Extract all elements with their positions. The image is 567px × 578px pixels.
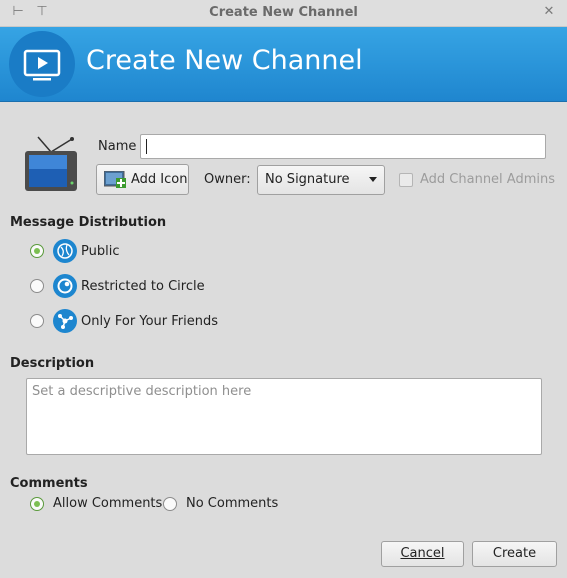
circle-icon <box>53 274 77 298</box>
dropdown-arrow-icon <box>369 177 377 182</box>
owner-label: Owner: <box>204 172 251 187</box>
add-admins-checkbox[interactable] <box>399 173 413 187</box>
public-radio[interactable] <box>30 244 44 258</box>
owner-value: No Signature <box>265 172 350 187</box>
distribution-heading: Message Distribution <box>10 215 167 230</box>
owner-select[interactable]: No Signature <box>257 165 385 195</box>
no-comments-label: No Comments <box>186 496 279 511</box>
restricted-label: Restricted to Circle <box>81 279 205 294</box>
public-icon <box>53 239 77 263</box>
header-banner: Create New Channel <box>0 27 567 102</box>
description-heading: Description <box>10 356 95 371</box>
add-icon-label: Add Icon <box>131 172 188 187</box>
header-title: Create New Channel <box>86 45 363 76</box>
name-input[interactable] <box>140 134 546 159</box>
create-button[interactable]: Create <box>472 541 557 567</box>
add-icon-button[interactable]: Add Icon <box>96 164 189 195</box>
friends-icon <box>53 309 77 333</box>
title-bar: ⊢ ⊤ Create New Channel ✕ <box>0 0 567 27</box>
allow-comments-label: Allow Comments <box>53 496 163 511</box>
allow-comments-radio[interactable] <box>30 497 44 511</box>
tv-icon <box>24 134 78 194</box>
cancel-label: Cancel <box>400 546 445 561</box>
channel-icon <box>9 31 75 97</box>
image-add-icon <box>103 170 126 189</box>
friends-radio[interactable] <box>30 314 44 328</box>
close-icon[interactable]: ✕ <box>541 4 557 20</box>
description-textarea[interactable]: Set a descriptive description here <box>26 378 542 455</box>
window-title: Create New Channel <box>209 5 358 20</box>
comments-heading: Comments <box>10 476 88 491</box>
no-comments-radio[interactable] <box>163 497 177 511</box>
cancel-button[interactable]: Cancel <box>381 541 464 567</box>
create-label: Create <box>492 546 537 561</box>
public-label: Public <box>81 244 120 259</box>
description-placeholder: Set a descriptive description here <box>32 384 252 399</box>
add-admins-label: Add Channel Admins <box>420 172 556 187</box>
name-label: Name <box>98 139 137 154</box>
restricted-radio[interactable] <box>30 279 44 293</box>
friends-label: Only For Your Friends <box>81 314 218 329</box>
